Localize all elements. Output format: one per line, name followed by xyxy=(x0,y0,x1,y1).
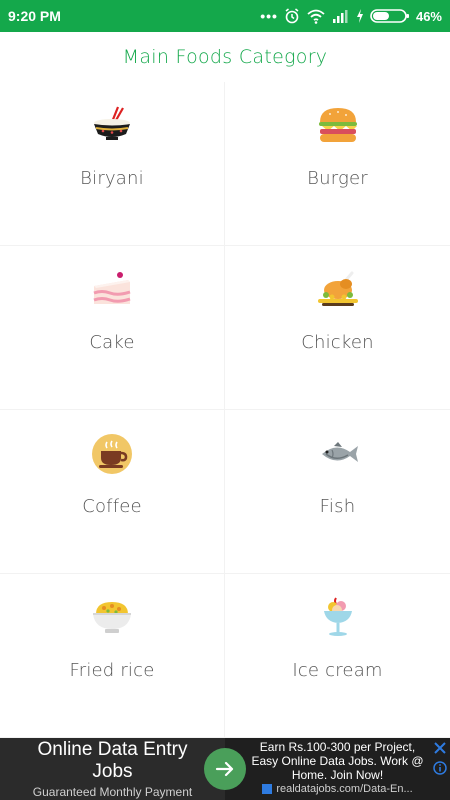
ad-info-button[interactable] xyxy=(432,760,448,776)
category-label: Coffee xyxy=(82,496,142,517)
ad-left-panel[interactable]: Online Data Entry Jobs Guaranteed Monthl… xyxy=(0,738,246,800)
ice-cream-cup-icon xyxy=(323,597,352,636)
category-coffee[interactable]: Coffee xyxy=(0,410,225,574)
category-label: Fried rice xyxy=(69,660,155,681)
category-burger[interactable]: Burger xyxy=(225,82,450,246)
coffee-cup-icon xyxy=(92,434,132,474)
ad-description: Earn Rs.100-300 per Project, Easy Online… xyxy=(251,740,424,782)
charging-icon xyxy=(356,9,363,23)
ad-subline: Guaranteed Monthly Payment xyxy=(32,785,193,799)
cake-slice-icon xyxy=(93,272,131,304)
alarm-icon xyxy=(285,8,299,24)
wifi-icon xyxy=(307,9,325,24)
category-label: Biryani xyxy=(80,168,144,189)
signal-icon xyxy=(332,10,348,23)
burger-icon xyxy=(318,108,357,142)
ad-headline[interactable]: Online Data Entry Jobs xyxy=(23,739,203,783)
category-chicken[interactable]: Chicken xyxy=(225,246,450,410)
rice-bowl-chopsticks-icon xyxy=(94,106,130,140)
more-dots-icon: ••• xyxy=(260,8,278,24)
ad-url-row[interactable]: realdatajobs.com/Data-En... xyxy=(262,783,413,795)
page-title: Main Foods Category xyxy=(122,46,328,68)
status-time: 9:20 PM xyxy=(8,8,61,24)
category-label: Ice cream xyxy=(292,660,383,681)
close-icon xyxy=(434,742,446,754)
info-icon xyxy=(433,761,447,775)
category-label: Cake xyxy=(89,332,135,353)
ad-url[interactable]: realdatajobs.com/Data-En... xyxy=(276,783,412,795)
category-biryani[interactable]: Biryani xyxy=(0,82,225,246)
ad-close-button[interactable] xyxy=(432,740,448,756)
ad-right-panel[interactable]: Earn Rs.100-300 per Project, Easy Online… xyxy=(225,738,450,800)
roast-chicken-icon xyxy=(317,271,358,306)
ad-banner[interactable]: Online Data Entry Jobs Guaranteed Monthl… xyxy=(0,738,450,800)
fried-rice-bowl-icon xyxy=(93,602,131,633)
category-cake[interactable]: Cake xyxy=(0,246,225,410)
site-favicon-icon xyxy=(262,784,273,794)
ad-arrow-button[interactable] xyxy=(204,748,246,790)
category-label: Fish xyxy=(319,496,356,517)
status-bar: 9:20 PM ••• 46% xyxy=(0,0,450,32)
battery-percent: 46% xyxy=(415,8,442,24)
category-label: Chicken xyxy=(301,332,374,353)
category-fish[interactable]: Fish xyxy=(225,410,450,574)
category-fried-rice[interactable]: Fried rice xyxy=(0,574,225,738)
category-label: Burger xyxy=(307,168,368,189)
status-icons: ••• 46% xyxy=(260,8,442,24)
arrow-right-icon xyxy=(215,761,234,777)
battery-icon xyxy=(370,9,409,23)
fish-icon xyxy=(321,442,358,462)
category-grid: Biryani Burger Cake Chicken Coffee Fish … xyxy=(0,82,450,738)
category-ice-cream[interactable]: Ice cream xyxy=(225,574,450,738)
